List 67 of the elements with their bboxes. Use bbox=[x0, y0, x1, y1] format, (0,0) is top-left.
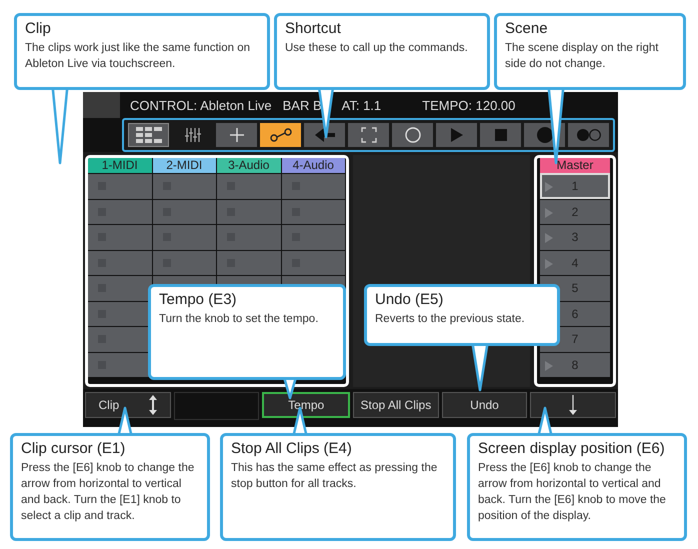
callout-text: Turn the knob to set the tempo. bbox=[159, 312, 320, 327]
clip-slot[interactable] bbox=[88, 275, 152, 300]
clip-slot[interactable] bbox=[88, 352, 152, 377]
clip-slot[interactable] bbox=[88, 173, 152, 198]
position-label: AT: 1.1 bbox=[342, 98, 382, 112]
callout-title: Undo (E5) bbox=[375, 291, 444, 308]
clip-slot[interactable] bbox=[217, 198, 280, 224]
callout-text: Use these to call up the commands. bbox=[285, 41, 469, 56]
record-icon bbox=[536, 127, 552, 143]
callout-text: Press the [E6] knob to change the arrow from horizontal to vertical and back. Turn the [E1] knob to select a clip and track. bbox=[21, 461, 196, 524]
play-icon bbox=[545, 208, 553, 218]
dots-icon bbox=[576, 129, 600, 141]
track-header[interactable]: 4-Audio bbox=[282, 158, 345, 173]
control-label: CONTROL: Ableton Live bbox=[130, 98, 272, 112]
callout-text: The scene display on the right side do not change. bbox=[505, 41, 660, 72]
clip-slot[interactable] bbox=[152, 198, 216, 224]
clip-slot[interactable] bbox=[152, 224, 216, 250]
play-icon bbox=[545, 258, 553, 268]
callout-title: Tempo (E3) bbox=[159, 291, 238, 308]
corner-tile bbox=[83, 92, 120, 118]
callout-title: Clip bbox=[25, 20, 52, 37]
clip-slot[interactable] bbox=[217, 224, 280, 250]
clip-slot[interactable] bbox=[217, 250, 280, 275]
clip-slot[interactable] bbox=[282, 173, 345, 198]
tempo-label: TEMPO: 120.00 bbox=[422, 98, 516, 112]
toolbar-button[interactable] bbox=[304, 123, 345, 147]
clip-slot[interactable] bbox=[152, 173, 216, 198]
callout-title: Screen display position (E6) bbox=[478, 440, 666, 457]
play-icon bbox=[545, 182, 553, 192]
track-header[interactable]: 2-MIDI bbox=[152, 158, 216, 173]
grid-icon bbox=[136, 127, 162, 143]
callout-text: Reverts to the previous state. bbox=[375, 312, 526, 327]
bottom-button[interactable]: Tempo bbox=[262, 392, 350, 418]
up-down-arrow-icon bbox=[149, 395, 158, 415]
clip-slot[interactable] bbox=[282, 224, 345, 250]
down-arrow-icon bbox=[569, 395, 578, 415]
play-icon bbox=[545, 360, 553, 370]
toolbar-button[interactable] bbox=[260, 123, 301, 147]
callout-text: The clips work just like the same function on Ableton Live via touchscreen. bbox=[25, 41, 251, 72]
track-header[interactable]: 1-MIDI bbox=[88, 158, 152, 173]
bottom-button[interactable] bbox=[530, 392, 616, 418]
clip-slot[interactable] bbox=[152, 250, 216, 275]
master-header: Master bbox=[540, 158, 610, 173]
clip-slot[interactable] bbox=[88, 224, 152, 250]
callout-title: Shortcut bbox=[285, 20, 342, 37]
callout-text: Press the [E6] knob to change the arrow from horizontal to vertical and back. Turn the [E6] knob to move the position of the display. bbox=[478, 461, 667, 524]
node-link-icon bbox=[270, 128, 292, 142]
circle-icon bbox=[404, 127, 420, 143]
bottom-button[interactable]: Stop All Clips bbox=[353, 392, 439, 418]
callout-title: Scene bbox=[505, 20, 549, 37]
bottom-button[interactable]: Undo bbox=[442, 392, 528, 418]
plus-icon bbox=[230, 128, 244, 142]
callout-title: Stop All Clips (E4) bbox=[231, 440, 353, 457]
clip-slot[interactable] bbox=[88, 250, 152, 275]
callout-text: This has the same effect as pressing the stop button for all tracks. bbox=[231, 461, 438, 492]
clip-slot[interactable] bbox=[282, 250, 345, 275]
sliders-icon bbox=[184, 127, 200, 143]
clip-slot[interactable] bbox=[282, 198, 345, 224]
track-header[interactable]: 3-Audio bbox=[217, 158, 280, 173]
play-icon bbox=[545, 233, 553, 243]
stop-icon bbox=[494, 129, 506, 141]
callout-title: Clip cursor (E1) bbox=[21, 440, 126, 457]
clip-slot[interactable] bbox=[217, 173, 280, 198]
frame-corners-icon bbox=[360, 127, 376, 143]
play-icon bbox=[450, 128, 462, 142]
clip-slot[interactable] bbox=[88, 198, 152, 224]
bottom-button[interactable]: Clip bbox=[85, 392, 171, 418]
